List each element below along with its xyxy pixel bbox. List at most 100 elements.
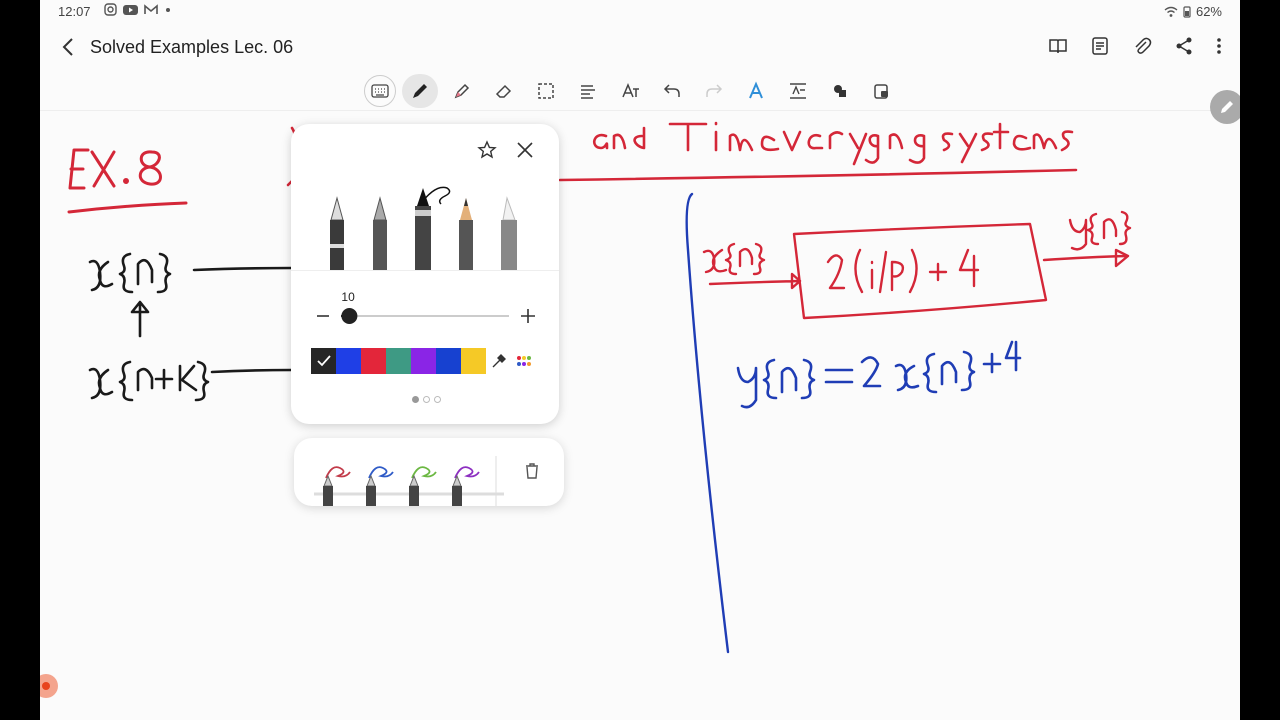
equation-ink xyxy=(736,340,1022,409)
eq-4 xyxy=(1004,340,1022,372)
left-bottom-n xyxy=(136,367,154,392)
preset-pen-tip xyxy=(366,474,376,487)
left-up-arrow xyxy=(130,300,150,338)
eq-brace-close-1 xyxy=(800,358,816,400)
color-swatch[interactable] xyxy=(311,348,336,374)
color-swatch[interactable] xyxy=(336,348,361,374)
eq-plus xyxy=(982,352,1002,374)
block-content-2 xyxy=(826,254,846,290)
pencil-icon[interactable] xyxy=(459,198,473,270)
block-content-slash xyxy=(878,250,888,294)
eq-brace-open-1 xyxy=(762,358,778,400)
trash-icon[interactable] xyxy=(524,462,540,480)
size-increase-icon[interactable] xyxy=(521,309,535,323)
favorite-star-icon[interactable] xyxy=(477,140,497,160)
eq-2 xyxy=(860,356,882,388)
left-bottom-brace-open xyxy=(118,360,134,402)
block-content-paren-open xyxy=(854,248,864,294)
block-output-label xyxy=(1068,210,1132,251)
block-content-plus xyxy=(928,262,948,282)
left-inputs-ink xyxy=(88,252,294,402)
eq-n-1 xyxy=(780,366,798,394)
preset-color-scribble xyxy=(411,466,437,479)
ex8-digit-8 xyxy=(138,150,162,186)
note-canvas[interactable] xyxy=(40,0,1240,720)
eq-x xyxy=(894,363,920,392)
pen-preset[interactable] xyxy=(366,466,394,506)
panel-separator xyxy=(291,270,559,271)
preset-pen-tip xyxy=(452,474,462,487)
eq-brace-open-2 xyxy=(922,352,938,394)
preset-color-scribble xyxy=(325,466,351,479)
left-top-brace-open xyxy=(118,252,134,294)
color-swatch[interactable] xyxy=(361,348,386,374)
ex8-letter-X xyxy=(90,150,116,188)
block-output-arrow xyxy=(1042,248,1130,268)
ex8-dot xyxy=(123,178,129,184)
close-icon[interactable] xyxy=(515,140,535,160)
color-picker-icon[interactable] xyxy=(511,348,536,374)
title-word-systems xyxy=(941,122,1074,164)
preset-pen-body xyxy=(409,486,419,506)
eyedropper-icon[interactable] xyxy=(486,348,511,374)
edit-pencil-fab[interactable] xyxy=(1210,90,1240,124)
left-top-x xyxy=(88,259,114,292)
color-swatch[interactable] xyxy=(436,348,461,374)
preset-pen-tip xyxy=(409,474,419,487)
page-dot xyxy=(434,396,441,403)
vertical-divider-ink xyxy=(685,192,730,654)
block-content-paren-close xyxy=(908,248,918,294)
title-word-time xyxy=(668,121,780,152)
preset-pen-tip xyxy=(323,474,333,487)
page-dot xyxy=(412,396,419,403)
title-underline xyxy=(558,168,1078,182)
color-swatch[interactable] xyxy=(411,348,436,374)
preset-color-scribble xyxy=(454,466,480,479)
left-bottom-plus xyxy=(154,368,174,390)
block-box xyxy=(792,222,1048,320)
brush-pen-icon[interactable] xyxy=(415,186,451,270)
fountain-pen-icon[interactable] xyxy=(330,196,344,270)
left-top-n xyxy=(136,258,154,286)
title-word-varying xyxy=(782,130,926,166)
size-slider-thumb[interactable] xyxy=(341,308,358,324)
left-top-brace-close xyxy=(156,252,172,294)
pen-preset[interactable] xyxy=(323,466,351,506)
block-input-label xyxy=(702,242,766,276)
pen-size-slider[interactable] xyxy=(313,304,539,328)
ex8-letter-E xyxy=(68,148,90,190)
pen-preset[interactable] xyxy=(409,466,437,506)
preset-pen-body xyxy=(323,486,333,506)
page-dot xyxy=(423,396,430,403)
block-input-arrow xyxy=(708,272,802,290)
eq-n-2 xyxy=(940,360,958,386)
color-palette xyxy=(311,348,536,374)
note-app-screen: 12:07 62% Solved Examples Lec. 06 10 xyxy=(40,0,1240,720)
color-swatch[interactable] xyxy=(386,348,411,374)
preset-pen-body xyxy=(452,486,462,506)
ex8-underline xyxy=(67,201,188,214)
pencil-edit-icon xyxy=(1221,101,1233,113)
preset-color-scribble xyxy=(368,466,394,479)
title-word-and xyxy=(593,126,646,150)
pen-presets-list xyxy=(314,456,504,506)
pen-settings-panel: 10 xyxy=(291,124,559,424)
pen-type-selector xyxy=(330,186,517,270)
left-bottom-x xyxy=(88,367,114,400)
check-icon xyxy=(316,355,331,367)
eq-y xyxy=(736,366,758,409)
left-bottom-brace-close xyxy=(194,360,210,402)
calligraphy-pen-icon[interactable] xyxy=(373,196,387,270)
eq-brace-close-2 xyxy=(960,350,976,392)
color-swatch[interactable] xyxy=(461,348,486,374)
left-bottom-line xyxy=(210,368,294,374)
block-content-P xyxy=(890,260,905,292)
preset-pen-body xyxy=(366,486,376,506)
pen-preset[interactable] xyxy=(452,466,480,506)
left-top-line xyxy=(192,266,294,272)
palette-page-indicator xyxy=(412,396,441,403)
eq-equals xyxy=(824,368,854,384)
pen-presets-panel xyxy=(294,438,564,506)
marker-icon[interactable] xyxy=(501,196,517,270)
block-content-4 xyxy=(958,248,980,288)
